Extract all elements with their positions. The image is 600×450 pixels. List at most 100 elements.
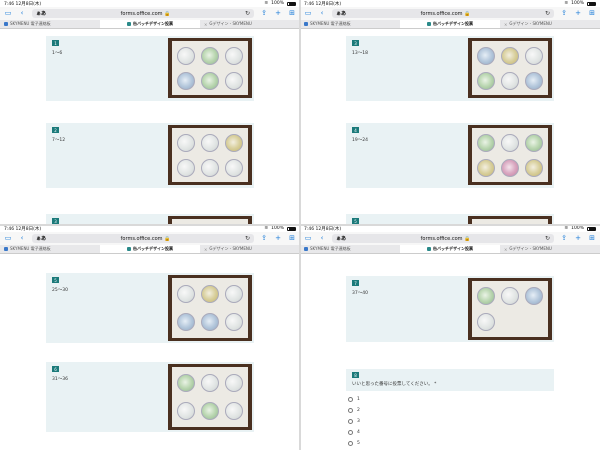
tab-label-skymenu: SKYMENU 電子連絡板 — [10, 246, 51, 251]
back-icon[interactable]: ‹ — [318, 235, 326, 242]
badge-design — [525, 158, 543, 177]
new-tab-icon[interactable]: + — [574, 10, 582, 17]
vote-option-5[interactable]: 5 — [346, 438, 554, 449]
option-label: 2 — [357, 408, 360, 413]
tab-overview-icon[interactable]: ⊞ — [588, 10, 596, 17]
address-host-text: forms.office.com — [420, 235, 463, 242]
question-number-badge: 1 — [52, 40, 59, 46]
badge-design — [177, 313, 195, 331]
share-icon[interactable]: ⇪ — [260, 235, 268, 242]
question-range-text: 37〜40 — [352, 291, 368, 296]
sidebar-icon[interactable]: ▭ — [304, 10, 312, 17]
address-bar[interactable]: ぁあ forms.office.com 🔒 ↻ — [332, 234, 554, 243]
question-range-text: 19〜24 — [352, 138, 368, 143]
share-icon[interactable]: ⇪ — [560, 235, 568, 242]
tab-design[interactable]: × Gデザイン - SKYMENU — [500, 20, 600, 28]
tab-forms[interactable]: 缶バッチデザイン投票 — [100, 20, 200, 28]
question-range-text: 25〜30 — [52, 288, 68, 293]
pane-bottom-right: 7:46 12月8日(木) ≋ 100% ▭ ‹ ぁあ forms.office.… — [300, 225, 600, 450]
vote-option-1[interactable]: 1 — [346, 394, 554, 405]
reader-aa-button[interactable]: ぁあ — [36, 235, 46, 242]
vote-option-2[interactable]: 2 — [346, 405, 554, 416]
new-tab-icon[interactable]: + — [274, 235, 282, 242]
tab-forms[interactable]: 缶バッチデザイン投票 — [400, 20, 500, 28]
page-content: 7 37〜40 8 いいと思った番号に投票してください。 * 1 2 3 4 5 — [300, 254, 600, 450]
badge-sheet — [472, 41, 548, 95]
image-question-card: 2 7〜12 — [46, 123, 254, 188]
status-date: 12月8日(木) — [15, 226, 42, 232]
reader-aa-button[interactable]: ぁあ — [336, 235, 346, 242]
design-photo[interactable] — [468, 278, 552, 340]
tab-skymenu[interactable]: SKYMENU 電子連絡板 — [0, 20, 100, 28]
badge-design — [201, 313, 219, 331]
image-question-card: 5 25〜30 — [46, 273, 254, 343]
share-icon[interactable]: ⇪ — [260, 10, 268, 17]
badge-design — [477, 71, 495, 90]
badge-design — [201, 46, 219, 65]
address-bar[interactable]: ぁあ forms.office.com 🔒 ↻ — [332, 9, 554, 18]
address-host: forms.office.com 🔒 — [121, 236, 171, 242]
reload-icon[interactable]: ↻ — [245, 235, 250, 242]
radio-button[interactable] — [348, 408, 353, 413]
close-icon[interactable]: × — [504, 22, 507, 27]
question-number-badge: 7 — [352, 280, 359, 286]
new-tab-icon[interactable]: + — [274, 10, 282, 17]
tab-skymenu[interactable]: SKYMENU 電子連絡板 — [300, 20, 400, 28]
tab-overview-icon[interactable]: ⊞ — [588, 235, 596, 242]
sidebar-icon[interactable]: ▭ — [304, 235, 312, 242]
design-photo[interactable] — [468, 38, 552, 98]
question-range-text: 13〜18 — [352, 51, 368, 56]
design-photo[interactable] — [468, 125, 552, 185]
close-icon[interactable]: × — [504, 247, 507, 252]
badge-design — [225, 313, 243, 331]
vote-option-4[interactable]: 4 — [346, 427, 554, 438]
address-bar[interactable]: ぁあ forms.office.com 🔒 ↻ — [32, 9, 254, 18]
tab-skymenu[interactable]: SKYMENU 電子連絡板 — [0, 245, 100, 253]
tab-design[interactable]: × Gデザイン - SKYMENU — [500, 245, 600, 253]
battery-icon — [587, 1, 596, 6]
radio-button[interactable] — [348, 430, 353, 435]
badge-design — [501, 133, 519, 152]
skymenu-favicon — [304, 22, 308, 26]
reader-aa-button[interactable]: ぁあ — [36, 10, 46, 17]
radio-button[interactable] — [348, 419, 353, 424]
badge-design — [201, 71, 219, 90]
tab-forms[interactable]: 缶バッチデザイン投票 — [400, 245, 500, 253]
share-icon[interactable]: ⇪ — [560, 10, 568, 17]
back-icon[interactable]: ‹ — [318, 10, 326, 17]
option-label: 5 — [357, 441, 360, 446]
tab-label-design: Gデザイン - SKYMENU — [509, 21, 552, 26]
design-photo[interactable] — [168, 275, 252, 341]
new-tab-icon[interactable]: + — [574, 235, 582, 242]
radio-button[interactable] — [348, 397, 353, 402]
wifi-icon: ≋ — [564, 1, 569, 6]
sidebar-icon[interactable]: ▭ — [4, 235, 12, 242]
tab-design[interactable]: × Gデザイン - SKYMENU — [200, 20, 300, 28]
reload-icon[interactable]: ↻ — [245, 10, 250, 17]
badge-design — [177, 133, 195, 152]
sidebar-icon[interactable]: ▭ — [4, 10, 12, 17]
reader-aa-button[interactable]: ぁあ — [336, 10, 346, 17]
close-icon[interactable]: × — [204, 22, 207, 27]
tab-skymenu[interactable]: SKYMENU 電子連絡板 — [300, 245, 400, 253]
design-photo[interactable] — [168, 364, 252, 430]
design-photo[interactable] — [168, 38, 252, 98]
badge-sheet — [172, 278, 248, 338]
tab-overview-icon[interactable]: ⊞ — [288, 10, 296, 17]
badge-design — [201, 374, 219, 392]
reload-icon[interactable]: ↻ — [545, 235, 550, 242]
address-bar[interactable]: ぁあ forms.office.com 🔒 ↻ — [32, 234, 254, 243]
close-icon[interactable]: × — [204, 247, 207, 252]
badge-design — [525, 71, 543, 90]
back-icon[interactable]: ‹ — [18, 10, 26, 17]
tab-forms[interactable]: 缶バッチデザイン投票 — [100, 245, 200, 253]
battery-icon — [587, 226, 596, 231]
vote-option-3[interactable]: 3 — [346, 416, 554, 427]
design-photo[interactable] — [168, 125, 252, 185]
reload-icon[interactable]: ↻ — [545, 10, 550, 17]
tab-design[interactable]: × Gデザイン - SKYMENU — [200, 245, 300, 253]
back-icon[interactable]: ‹ — [18, 235, 26, 242]
radio-button[interactable] — [348, 441, 353, 446]
pane-bottom-left: 7:46 12月8日(木) ≋ 100% ▭ ‹ ぁあ forms.office.… — [0, 225, 300, 450]
tab-overview-icon[interactable]: ⊞ — [288, 235, 296, 242]
